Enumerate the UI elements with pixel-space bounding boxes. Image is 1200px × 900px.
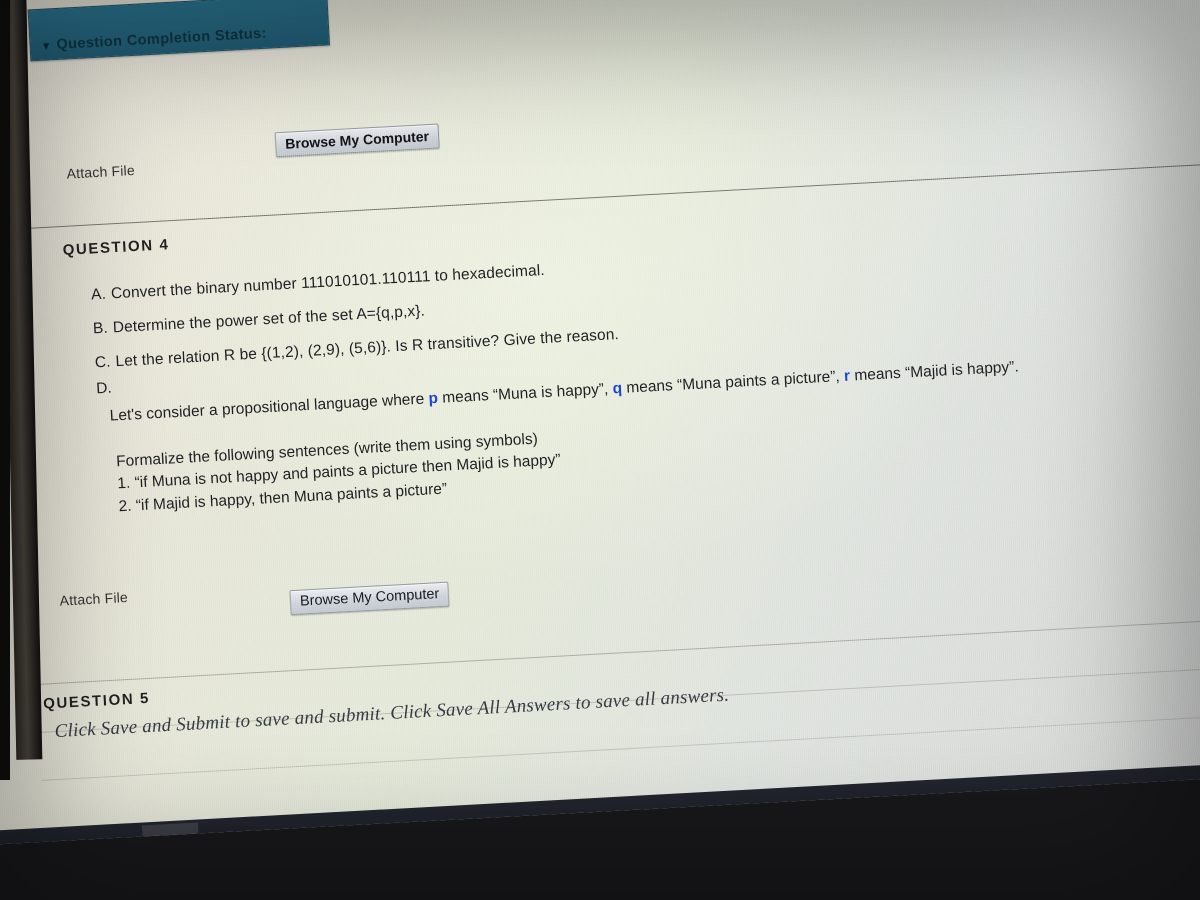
taskbar-item-photos[interactable] — [310, 813, 369, 847]
taskbar-item-teams[interactable] — [422, 807, 481, 847]
d-lead-part1: Let's consider a propositional language … — [109, 390, 429, 425]
question4-item-b-letter: B. — [92, 319, 109, 338]
browse-my-computer-button-top[interactable]: Browse My Computer — [274, 123, 440, 158]
taskbar-item-file-explorer[interactable] — [198, 819, 257, 847]
question-completion-status-label: Question Completion Status: — [56, 25, 268, 53]
attach-file-row-top: Attach File Browse My Computer — [66, 123, 440, 182]
microsoft-teams-icon[interactable] — [435, 824, 466, 847]
question4-item-a-letter: A. — [90, 285, 107, 304]
attach-file-label-bottom: Attach File — [59, 588, 129, 609]
photos-icon[interactable] — [323, 829, 355, 847]
d-lead-part3: means “Muna paints a picture”, — [621, 367, 845, 397]
monitor-screen: ▼ Question Completion Status: Attach Fil… — [0, 0, 1200, 847]
question4-item-b-text: Determine the power set of the set A={q,… — [112, 302, 426, 337]
edge-browser-icon[interactable] — [156, 838, 188, 847]
question4-heading: QUESTION 4 — [62, 236, 170, 259]
attach-file-label: Attach File — [66, 161, 136, 182]
microsoft-store-icon[interactable] — [269, 833, 298, 847]
question4-item-a-text: Convert the binary number 111010101.1101… — [110, 261, 546, 303]
browse-my-computer-button-bottom[interactable]: Browse My Computer — [289, 581, 450, 616]
chevron-down-icon[interactable]: ▼ — [40, 39, 52, 54]
monitor-photo: ▼ Question Completion Status: Attach Fil… — [0, 0, 1200, 900]
taskbar-item-microsoft-store[interactable] — [254, 816, 313, 847]
windows-taskbar: W — [0, 757, 1200, 847]
attach-file-row-bottom: Attach File Browse My Computer — [59, 581, 450, 616]
chrome-browser-icon[interactable] — [379, 826, 411, 847]
taskbar-item-search[interactable] — [30, 829, 89, 847]
question5-heading: QUESTION 5 — [42, 689, 151, 713]
file-explorer-icon[interactable] — [212, 837, 243, 847]
blackboard-exam-page: ▼ Question Completion Status: Attach Fil… — [0, 0, 1200, 847]
taskbar-item-word[interactable]: W — [477, 804, 536, 847]
monitor-left-edge — [0, 0, 10, 780]
question4-divider — [27, 162, 1200, 229]
taskbar-item-edge[interactable] — [141, 822, 202, 847]
svg-text:W: W — [496, 831, 508, 844]
task-view-icon[interactable] — [102, 845, 129, 846]
taskbar-item-chrome[interactable] — [366, 810, 425, 847]
d-lead-part4: means “Majid is happy”. — [849, 358, 1020, 385]
d-lead-part2: means “Muna is happy”, — [437, 380, 614, 407]
question-completion-status-bar[interactable]: ▼ Question Completion Status: — [27, 0, 331, 62]
microsoft-word-icon[interactable]: W — [492, 821, 521, 847]
question4-item-c-letter: C. — [94, 353, 111, 372]
save-and-submit-note: Click Save and Submit to save and submit… — [54, 684, 730, 743]
question5-divider — [36, 617, 1200, 686]
taskbar-item-task-view[interactable] — [86, 826, 145, 847]
